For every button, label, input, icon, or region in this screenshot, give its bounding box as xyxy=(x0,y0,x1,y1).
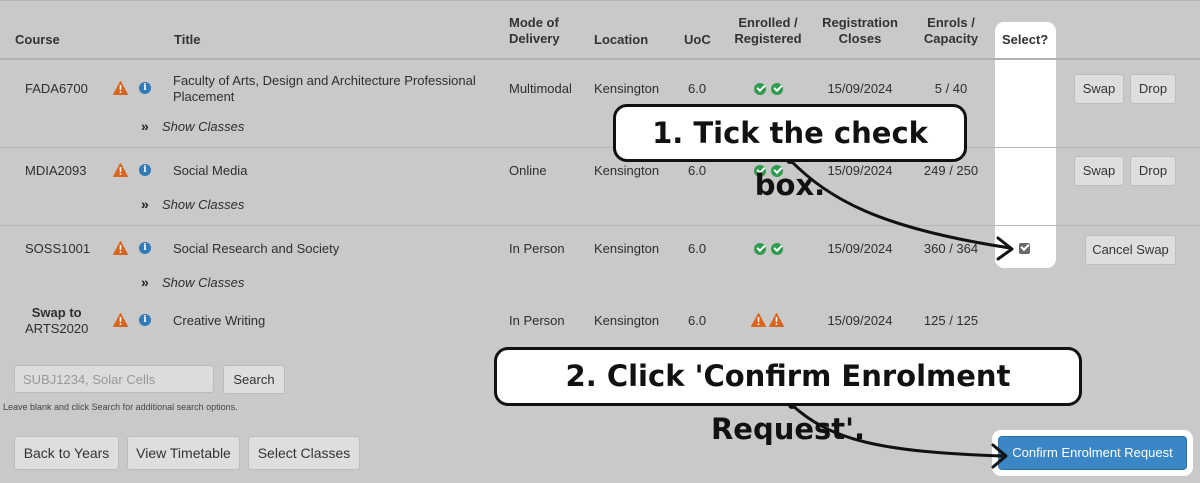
step1-callout: 1. Tick the check box. xyxy=(613,104,967,202)
annotation-arrows xyxy=(786,156,1014,469)
step2-callout: 2. Click 'Confirm Enrolment Request'. xyxy=(494,347,1082,446)
